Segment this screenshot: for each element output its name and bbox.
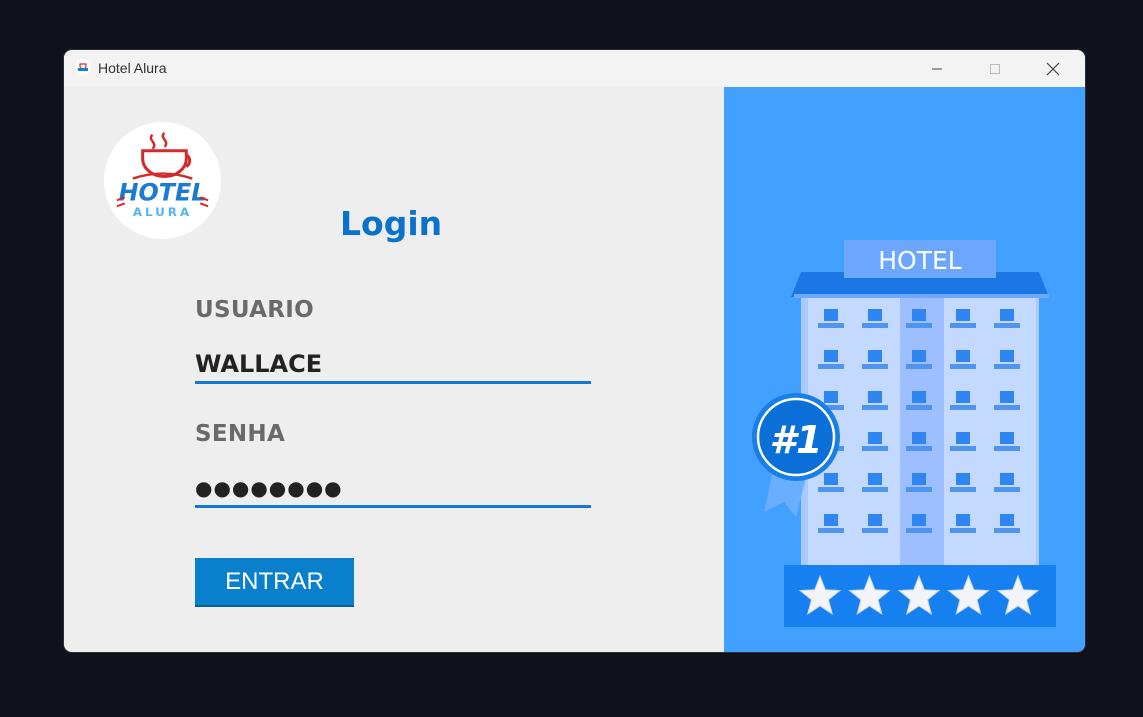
window-title: Hotel Alura [98, 60, 167, 76]
hotel-window [1000, 432, 1014, 444]
hotel-balcony [994, 323, 1020, 328]
hotel-balcony [906, 364, 932, 369]
hotel-window [1000, 473, 1014, 485]
login-form-panel: HOTEL ALURA Login USUARIO SENHA ENTRAR [64, 87, 724, 652]
hotel-window [824, 309, 838, 321]
hotel-window [824, 350, 838, 362]
hotel-window [1000, 391, 1014, 403]
hotel-balcony [906, 405, 932, 410]
hotel-balcony [818, 528, 844, 533]
hotel-window [956, 391, 970, 403]
password-input[interactable] [195, 471, 591, 508]
hotel-balcony [950, 364, 976, 369]
hotel-window [912, 473, 926, 485]
hotel-window [912, 350, 926, 362]
hotel-window [912, 391, 926, 403]
hotel-balcony [994, 364, 1020, 369]
hotel-balcony [862, 323, 888, 328]
hotel-window [868, 432, 882, 444]
close-icon [1046, 62, 1060, 75]
hotel-window [868, 350, 882, 362]
hotel-balcony [950, 487, 976, 492]
hotel-window [956, 432, 970, 444]
hotel-balcony [818, 323, 844, 328]
hotel-window [868, 391, 882, 403]
hotel-window [1000, 309, 1014, 321]
maximize-icon [990, 63, 1000, 74]
hotel-balcony [818, 487, 844, 492]
hotel-balcony [818, 364, 844, 369]
svg-text:HOTEL: HOTEL [119, 178, 207, 206]
hotel-balcony [994, 446, 1020, 451]
minimize-icon [932, 68, 942, 69]
hotel-balcony [994, 528, 1020, 533]
hotel-balcony [950, 446, 976, 451]
hotel-balcony [950, 528, 976, 533]
hotel-balcony [994, 487, 1020, 492]
hotel-window [1000, 350, 1014, 362]
login-heading: Login [340, 204, 443, 243]
hotel-alura-logo: HOTEL ALURA [103, 121, 222, 240]
hotel-balcony [862, 528, 888, 533]
hotel-balcony [906, 446, 932, 451]
close-button[interactable] [1024, 50, 1082, 87]
hotel-balcony [862, 405, 888, 410]
login-submit-button[interactable]: ENTRAR [195, 558, 354, 607]
hotel-window [868, 309, 882, 321]
hotel-window [956, 350, 970, 362]
hotel-balcony [906, 487, 932, 492]
hotel-balcony [862, 487, 888, 492]
hotel-window [956, 309, 970, 321]
hotel-illustration-panel: HOTEL #1 [724, 87, 1085, 652]
hotel-balcony [906, 323, 932, 328]
username-input[interactable] [195, 347, 591, 384]
svg-text:HOTEL: HOTEL [878, 246, 962, 275]
hotel-window [956, 473, 970, 485]
svg-text:ALURA: ALURA [133, 205, 192, 219]
hotel-window [824, 473, 838, 485]
hotel-window [1000, 514, 1014, 526]
hotel-window [912, 514, 926, 526]
hotel-balcony [862, 364, 888, 369]
minimize-button[interactable] [908, 50, 966, 87]
hotel-window [824, 391, 838, 403]
hotel-window [912, 432, 926, 444]
svg-text:#1: #1 [770, 418, 823, 462]
hotel-balcony [906, 528, 932, 533]
hotel-balcony [994, 405, 1020, 410]
password-label: SENHA [195, 421, 286, 447]
hotel-illustration: HOTEL #1 [752, 240, 1056, 627]
hotel-balcony [862, 446, 888, 451]
hotel-balcony [950, 323, 976, 328]
hotel-window [824, 514, 838, 526]
hotel-app-icon [75, 59, 91, 75]
hotel-window [956, 514, 970, 526]
maximize-button[interactable] [966, 50, 1024, 87]
login-window: Hotel Alura HOTEL ALURA Login USUARIO WA… [64, 50, 1085, 652]
hotel-window [868, 473, 882, 485]
hotel-window [868, 514, 882, 526]
hotel-window [912, 309, 926, 321]
hotel-balcony [950, 405, 976, 410]
username-label: USUARIO [195, 297, 314, 323]
title-bar[interactable]: Hotel Alura [64, 50, 1085, 87]
